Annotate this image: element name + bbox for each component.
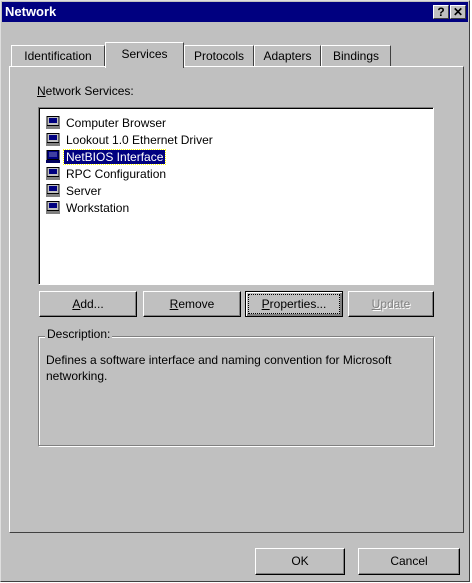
button-mnemonic: P bbox=[261, 297, 270, 311]
button-label: dd... bbox=[80, 297, 104, 311]
list-item-label: Computer Browser bbox=[66, 116, 167, 130]
computer-icon bbox=[46, 116, 60, 129]
button-label: roperties... bbox=[269, 297, 327, 311]
description-text: Defines a software interface and naming … bbox=[46, 353, 392, 383]
tab-identification[interactable]: Identification bbox=[11, 45, 105, 66]
title-bar[interactable]: Network ? ✕ bbox=[2, 2, 468, 22]
list-item-label: NetBIOS Interface bbox=[62, 149, 167, 165]
description-title: Description: bbox=[45, 327, 113, 341]
network-dialog: Network ? ✕ Identification Services Prot… bbox=[0, 0, 470, 582]
ok-button[interactable]: OK bbox=[255, 548, 345, 575]
computer-icon bbox=[46, 150, 60, 163]
tab-bindings[interactable]: Bindings bbox=[321, 45, 391, 66]
close-button[interactable]: ✕ bbox=[450, 5, 466, 19]
services-listbox[interactable]: Computer Browser Lookout 1.0 Ethernet Dr… bbox=[38, 107, 434, 285]
properties-button[interactable]: Properties... bbox=[245, 291, 343, 317]
list-item-label: Workstation bbox=[66, 201, 130, 215]
list-item-label: RPC Configuration bbox=[66, 167, 167, 181]
button-mnemonic: U bbox=[371, 297, 381, 311]
computer-icon bbox=[46, 167, 60, 180]
help-button[interactable]: ? bbox=[433, 5, 449, 19]
tab-adapters[interactable]: Adapters bbox=[254, 45, 321, 66]
list-item-label: Lookout 1.0 Ethernet Driver bbox=[66, 133, 213, 147]
list-item[interactable]: Lookout 1.0 Ethernet Driver bbox=[46, 132, 215, 148]
update-button[interactable]: Update bbox=[348, 291, 434, 317]
list-item[interactable]: Server bbox=[46, 183, 103, 199]
computer-icon bbox=[46, 133, 60, 146]
cancel-button[interactable]: Cancel bbox=[358, 548, 460, 575]
list-item[interactable]: RPC Configuration bbox=[46, 166, 168, 182]
tab-services[interactable]: Services bbox=[105, 42, 184, 68]
list-item[interactable]: Workstation bbox=[46, 200, 131, 216]
computer-icon bbox=[46, 201, 60, 214]
add-button[interactable]: Add... bbox=[39, 291, 137, 317]
tab-protocols[interactable]: Protocols bbox=[184, 45, 254, 66]
button-label: pdate bbox=[380, 297, 411, 311]
tab-label: Bindings bbox=[332, 49, 380, 63]
tab-label: Adapters bbox=[263, 49, 312, 63]
tab-label: Identification bbox=[24, 49, 92, 63]
list-item[interactable]: Computer Browser bbox=[46, 115, 168, 131]
label-mnemonic: N bbox=[37, 84, 46, 98]
computer-icon bbox=[46, 184, 60, 197]
tab-label: Services bbox=[121, 47, 168, 61]
button-mnemonic: R bbox=[169, 297, 179, 311]
window-title: Network bbox=[5, 4, 57, 19]
remove-button[interactable]: Remove bbox=[143, 291, 241, 317]
network-services-label: Network Services: bbox=[37, 84, 134, 98]
tab-label: Protocols bbox=[193, 49, 245, 63]
list-item-label: Server bbox=[66, 184, 102, 198]
label-text: etwork Services: bbox=[45, 84, 134, 98]
button-label: emove bbox=[178, 297, 215, 311]
list-item-selected[interactable]: NetBIOS Interface bbox=[46, 149, 167, 165]
